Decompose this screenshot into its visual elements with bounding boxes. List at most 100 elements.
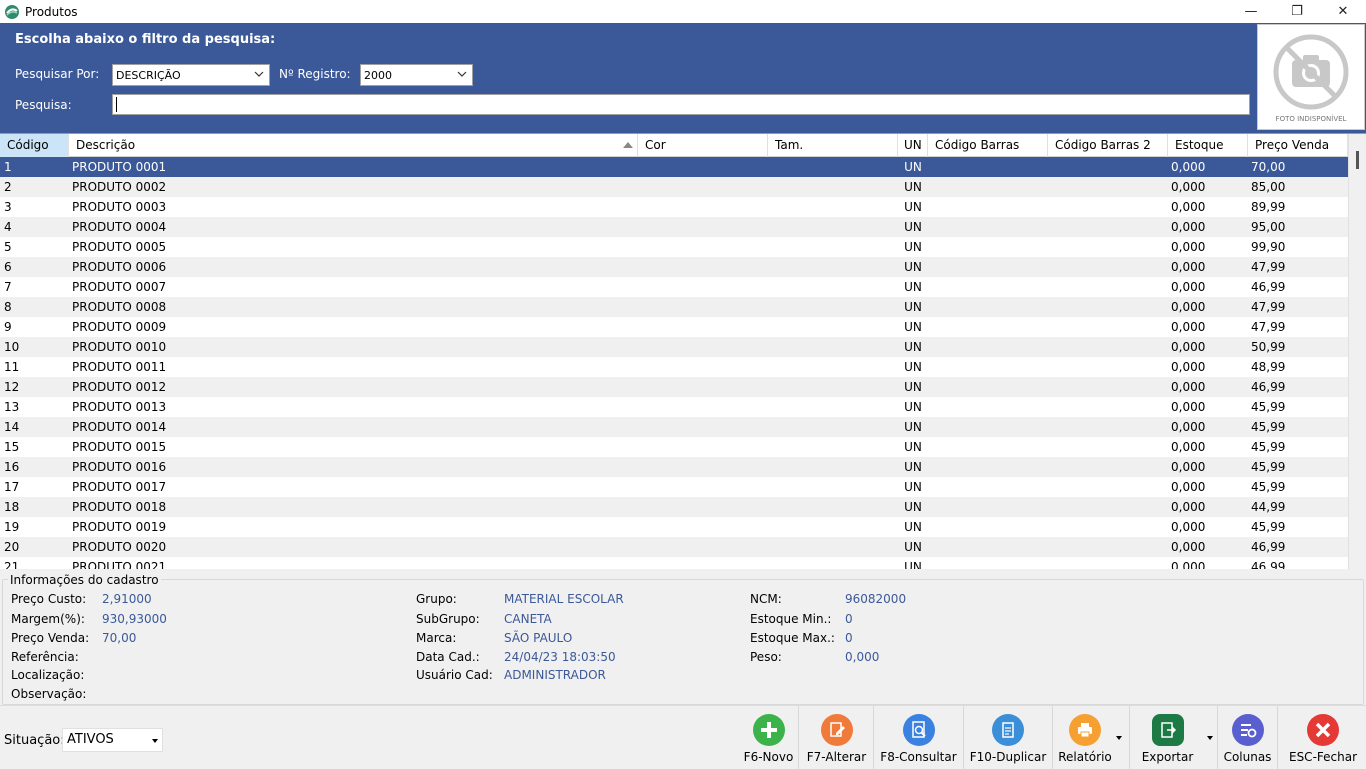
- estoque-max-label: Estoque Max.:: [750, 631, 835, 645]
- camera-unavailable-icon: [1273, 34, 1349, 110]
- cell-codigo-barras: [928, 417, 1048, 437]
- cell-codigo-barras: [928, 357, 1048, 377]
- minimize-button[interactable]: —: [1228, 0, 1274, 23]
- cell-codigo: 16: [4, 460, 20, 474]
- cell-codigo-barras-2: [1048, 557, 1168, 569]
- exportar-button[interactable]: Exportar: [1130, 706, 1218, 769]
- duplicar-button[interactable]: F10-Duplicar: [964, 706, 1053, 769]
- cell-codigo-barras-2: [1048, 477, 1168, 497]
- search-input[interactable]: [112, 94, 1250, 115]
- table-row[interactable]: 19 PRODUTO 0019 UN 0,000 45,99: [0, 517, 1366, 537]
- table-row[interactable]: 2 PRODUTO 0002 UN 0,000 85,00: [0, 177, 1366, 197]
- cell-preco-venda: 45,99: [1251, 460, 1286, 474]
- cell-codigo-barras-2: [1048, 197, 1168, 217]
- products-grid[interactable]: Código Descrição Cor Tam. UN Código Barr…: [0, 133, 1366, 569]
- product-photo[interactable]: FOTO INDISPONÍVEL: [1257, 24, 1365, 130]
- cell-tam: [768, 537, 898, 557]
- table-row[interactable]: 7 PRODUTO 0007 UN 0,000 46,99: [0, 277, 1366, 297]
- cell-cor: [638, 357, 768, 377]
- data-cad-value: 24/04/23 18:03:50: [504, 650, 616, 664]
- column-header-estoque[interactable]: Estoque: [1168, 134, 1248, 157]
- cell-codigo-barras: [928, 237, 1048, 257]
- close-button[interactable]: ✕: [1320, 0, 1366, 23]
- cell-un: UN: [904, 520, 922, 534]
- table-row[interactable]: 4 PRODUTO 0004 UN 0,000 95,00: [0, 217, 1366, 237]
- cell-tam: [768, 237, 898, 257]
- table-row[interactable]: 10 PRODUTO 0010 UN 0,000 50,99: [0, 337, 1366, 357]
- situacao-select[interactable]: ATIVOS: [62, 728, 163, 752]
- maximize-button[interactable]: ❐: [1274, 0, 1320, 23]
- table-row[interactable]: 14 PRODUTO 0014 UN 0,000 45,99: [0, 417, 1366, 437]
- table-row[interactable]: 1 PRODUTO 0001 UN 0,000 70,00: [0, 157, 1366, 177]
- table-row[interactable]: 20 PRODUTO 0020 UN 0,000 46,99: [0, 537, 1366, 557]
- plus-icon: [752, 714, 785, 746]
- cell-descricao: PRODUTO 0017: [72, 480, 167, 494]
- column-header-codigo[interactable]: Código: [0, 134, 69, 157]
- search-by-label: Pesquisar Por:: [15, 67, 100, 81]
- table-row[interactable]: 17 PRODUTO 0017 UN 0,000 45,99: [0, 477, 1366, 497]
- column-header-descricao[interactable]: Descrição: [69, 134, 638, 157]
- cell-cor: [638, 537, 768, 557]
- chevron-down-icon: [457, 71, 467, 77]
- scrollbar-thumb[interactable]: [1356, 151, 1359, 169]
- situacao-label: Situação:: [4, 733, 65, 748]
- table-row[interactable]: 13 PRODUTO 0013 UN 0,000 45,99: [0, 397, 1366, 417]
- column-header-preco-venda[interactable]: Preço Venda: [1248, 134, 1348, 157]
- novo-button[interactable]: F6-Novo: [739, 706, 799, 769]
- cell-estoque: 0,000: [1171, 260, 1206, 274]
- alterar-button[interactable]: F7-Alterar: [800, 706, 874, 769]
- table-row[interactable]: 16 PRODUTO 0016 UN 0,000 45,99: [0, 457, 1366, 477]
- cell-codigo: 3: [4, 200, 12, 214]
- referencia-label: Referência:: [11, 650, 79, 664]
- vertical-scrollbar[interactable]: [1348, 134, 1366, 569]
- column-header-descricao-label: Descrição: [76, 138, 136, 152]
- filter-heading: Escolha abaixo o filtro da pesquisa:: [15, 32, 276, 47]
- table-row[interactable]: 15 PRODUTO 0015 UN 0,000 45,99: [0, 437, 1366, 457]
- cell-estoque: 0,000: [1171, 340, 1206, 354]
- table-row[interactable]: 11 PRODUTO 0011 UN 0,000 48,99: [0, 357, 1366, 377]
- cell-codigo-barras-2: [1048, 257, 1168, 277]
- relatorio-dropdown-arrow-icon[interactable]: [1116, 736, 1122, 740]
- colunas-button[interactable]: Colunas: [1218, 706, 1278, 769]
- table-row[interactable]: 18 PRODUTO 0018 UN 0,000 44,99: [0, 497, 1366, 517]
- column-header-codigo-barras-2[interactable]: Código Barras 2: [1048, 134, 1168, 157]
- registro-select[interactable]: 2000: [360, 64, 473, 86]
- cell-preco-venda: 45,99: [1251, 480, 1286, 494]
- cell-codigo-barras: [928, 437, 1048, 457]
- cell-codigo: 20: [4, 540, 20, 554]
- relatorio-button[interactable]: Relatório: [1053, 706, 1130, 769]
- cell-un: UN: [904, 200, 922, 214]
- cell-codigo-barras: [928, 257, 1048, 277]
- cell-codigo: 8: [4, 300, 12, 314]
- cell-descricao: PRODUTO 0013: [72, 400, 167, 414]
- cell-descricao: PRODUTO 0004: [72, 220, 167, 234]
- preco-venda-label: Preço Venda:: [11, 631, 90, 645]
- close-x-icon: [1307, 714, 1339, 746]
- table-row[interactable]: 9 PRODUTO 0009 UN 0,000 47,99: [0, 317, 1366, 337]
- table-row[interactable]: 8 PRODUTO 0008 UN 0,000 47,99: [0, 297, 1366, 317]
- exportar-dropdown-arrow-icon[interactable]: [1207, 736, 1213, 740]
- preco-venda-value: 70,00: [102, 631, 137, 645]
- table-row[interactable]: 12 PRODUTO 0012 UN 0,000 46,99: [0, 377, 1366, 397]
- cell-descricao: PRODUTO 0020: [72, 540, 167, 554]
- column-header-codigo-barras[interactable]: Código Barras: [928, 134, 1048, 157]
- column-header-cor[interactable]: Cor: [638, 134, 768, 157]
- table-row[interactable]: 21 PRODUTO 0021 UN 0,000 46,99: [0, 557, 1366, 569]
- preco-custo-label: Preço Custo:: [11, 592, 87, 606]
- registro-label: Nº Registro:: [279, 67, 351, 81]
- consultar-button[interactable]: F8-Consultar: [874, 706, 964, 769]
- usuario-cad-label: Usuário Cad:: [416, 668, 493, 682]
- search-by-select[interactable]: DESCRIÇÃO: [112, 64, 270, 86]
- column-header-tam[interactable]: Tam.: [768, 134, 898, 157]
- table-row[interactable]: 3 PRODUTO 0003 UN 0,000 89,99: [0, 197, 1366, 217]
- cell-cor: [638, 237, 768, 257]
- cell-un: UN: [904, 280, 922, 294]
- info-legend: Informações do cadastro: [8, 573, 161, 587]
- alterar-button-label: F7-Alterar: [806, 750, 867, 764]
- column-header-un[interactable]: UN: [898, 134, 928, 157]
- table-row[interactable]: 5 PRODUTO 0005 UN 0,000 99,90: [0, 237, 1366, 257]
- cell-cor: [638, 497, 768, 517]
- cell-preco-venda: 95,00: [1251, 220, 1286, 234]
- fechar-button[interactable]: ESC-Fechar: [1280, 706, 1366, 769]
- table-row[interactable]: 6 PRODUTO 0006 UN 0,000 47,99: [0, 257, 1366, 277]
